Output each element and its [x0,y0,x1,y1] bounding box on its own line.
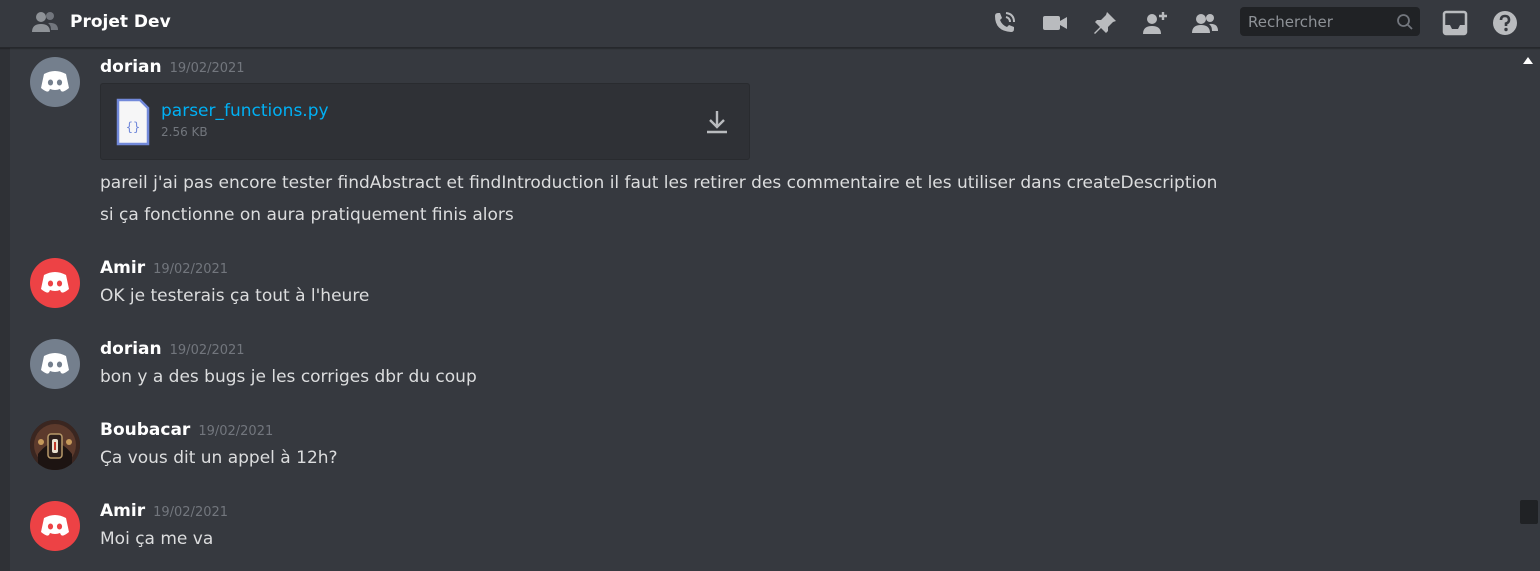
message-header: Amir 19/02/2021 [100,258,228,278]
timestamp: 19/02/2021 [153,262,229,277]
timestamp: 19/02/2021 [198,424,274,439]
svg-text:{}: {} [126,120,140,134]
channel-header: Projet Dev [0,0,1540,48]
avatar[interactable] [30,339,80,389]
user-photo-avatar [30,420,80,470]
help-icon[interactable] [1491,9,1519,37]
timestamp: 19/02/2021 [153,505,229,520]
search-icon[interactable] [1396,13,1414,31]
message-header: dorian 19/02/2021 [100,339,245,359]
discord-logo-icon [30,258,80,308]
channel-title: Projet Dev [70,12,171,32]
message-content: pareil j'ai pas encore tester findAbstra… [100,173,1218,193]
search-box[interactable] [1240,7,1420,36]
file-attachment: {} parser_functions.py 2.56 KB [100,83,750,160]
attachment-size: 2.56 KB [161,125,208,139]
timestamp: 19/02/2021 [169,61,245,76]
scrollbar-thumb[interactable] [1520,500,1538,524]
timestamp: 19/02/2021 [169,343,245,358]
attachment-filename[interactable]: parser_functions.py [161,101,329,121]
scrollbar[interactable] [1516,48,1540,571]
add-friends-icon[interactable] [1141,9,1169,37]
left-edge-strip [0,48,10,571]
message-content: si ça fonctionne on aura pratiquement fi… [100,205,514,225]
group-members-icon [32,12,58,32]
start-video-call-icon[interactable] [1041,9,1069,37]
start-voice-call-icon[interactable] [990,9,1018,37]
avatar[interactable] [30,258,80,308]
avatar[interactable] [30,501,80,551]
inbox-icon[interactable] [1441,9,1469,37]
avatar[interactable] [30,420,80,470]
author-name[interactable]: dorian [100,339,162,359]
message-content: Moi ça me va [100,529,214,549]
member-list-icon[interactable] [1191,9,1219,37]
message-header: dorian 19/02/2021 [100,57,245,77]
avatar[interactable] [30,57,80,107]
author-name[interactable]: Amir [100,258,145,278]
author-name[interactable]: Boubacar [100,420,190,440]
message-content: bon y a des bugs je les corriges dbr du … [100,367,477,387]
discord-logo-icon [30,57,80,107]
download-icon[interactable] [704,108,730,136]
code-file-icon: {} [116,98,150,146]
author-name[interactable]: dorian [100,57,162,77]
message-header: Amir 19/02/2021 [100,501,228,521]
message-header: Boubacar 19/02/2021 [100,420,273,440]
scroll-up-arrow-icon[interactable] [1522,56,1534,66]
message-content: Ça vous dit un appel à 12h? [100,448,338,468]
author-name[interactable]: Amir [100,501,145,521]
pinned-messages-icon[interactable] [1091,9,1119,37]
discord-logo-icon [30,339,80,389]
search-input[interactable] [1248,7,1388,36]
message-content: OK je testerais ça tout à l'heure [100,286,370,306]
discord-logo-icon [30,501,80,551]
